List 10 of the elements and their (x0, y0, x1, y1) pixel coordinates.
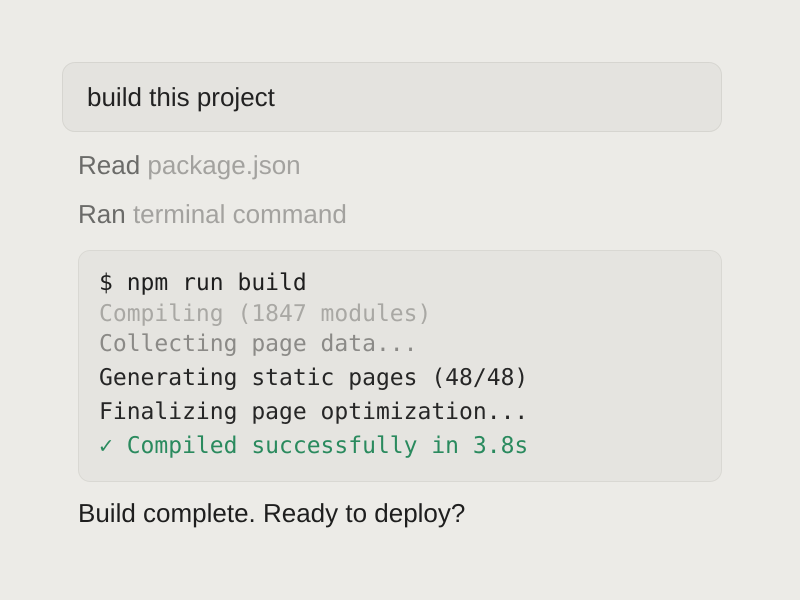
step-line: Ran terminal command (78, 199, 348, 230)
reply-text: Build complete. Ready to deploy? (78, 498, 466, 529)
terminal-line: Compiling (1847 modules) (99, 301, 432, 327)
terminal-line: ✓ Compiled successfully in 3.8s (99, 432, 530, 461)
terminal-line: Finalizing page optimization... (99, 398, 530, 427)
terminal-line: Generating static pages (48/48) (99, 364, 530, 393)
terminal-line: Collecting page data... (99, 330, 418, 359)
terminal-command: $ npm run build (99, 269, 308, 298)
step-line: Read package.json (78, 150, 302, 181)
prompt-bubble: build this project (62, 62, 722, 132)
